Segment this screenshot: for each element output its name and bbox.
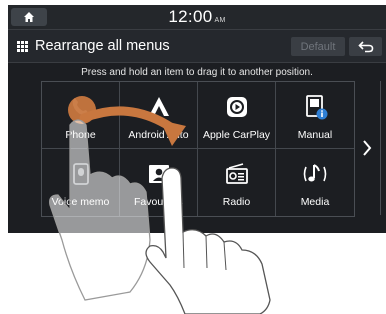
voice-memo-icon xyxy=(72,163,89,185)
app-tile-manual[interactable]: Manual xyxy=(276,82,354,149)
title-bar: Rearrange all menus Default xyxy=(8,30,386,63)
media-icon xyxy=(303,164,327,182)
app-label: Phone xyxy=(65,129,96,141)
app-label: Favourites xyxy=(133,196,184,208)
apple-carplay-icon xyxy=(226,97,247,117)
status-bar: 12:00 AM xyxy=(8,5,386,30)
favourites-icon xyxy=(148,165,169,183)
grid-menu-icon xyxy=(17,41,28,52)
head-unit-screen: 12:00 AM Rearrange all menus Default Pres… xyxy=(8,5,386,233)
app-tile-android-auto[interactable]: Android Auto xyxy=(120,82,198,149)
manual-icon xyxy=(306,95,328,120)
app-tile-voice-memo[interactable]: Voice memo xyxy=(42,149,120,216)
app-label: Manual xyxy=(297,129,333,141)
app-tile-phone[interactable]: Phone xyxy=(42,82,120,149)
app-label: Android Auto xyxy=(128,129,189,141)
back-button[interactable] xyxy=(349,37,382,56)
page-title: Rearrange all menus xyxy=(35,38,170,54)
app-label: Media xyxy=(300,196,330,208)
app-tile-favourites[interactable]: Favourites xyxy=(120,149,198,216)
next-page-edge xyxy=(380,81,386,215)
instruction-text: Press and hold an item to drag it to ano… xyxy=(81,67,313,78)
app-label: Radio xyxy=(222,196,251,208)
app-tile-radio[interactable]: Radio xyxy=(198,149,276,216)
clock-time: 12:00 xyxy=(168,7,213,26)
app-tile-media[interactable]: Media xyxy=(276,149,354,216)
app-label: Apple CarPlay xyxy=(202,129,271,141)
app-grid: Phone Android Auto Apple CarPlay Manual … xyxy=(41,81,355,217)
radio-icon xyxy=(225,163,248,184)
app-label: Voice memo xyxy=(51,196,110,208)
android-auto-icon xyxy=(148,97,169,116)
default-button[interactable]: Default xyxy=(291,37,345,56)
chevron-right-icon xyxy=(363,140,372,156)
app-tile-apple-carplay[interactable]: Apple CarPlay xyxy=(198,82,276,149)
clock-ampm: AM xyxy=(214,17,226,24)
phone-icon xyxy=(72,98,89,116)
next-page-button[interactable] xyxy=(360,137,374,159)
clock: 12:00 AM xyxy=(8,7,386,27)
return-arrow-icon xyxy=(357,40,373,52)
